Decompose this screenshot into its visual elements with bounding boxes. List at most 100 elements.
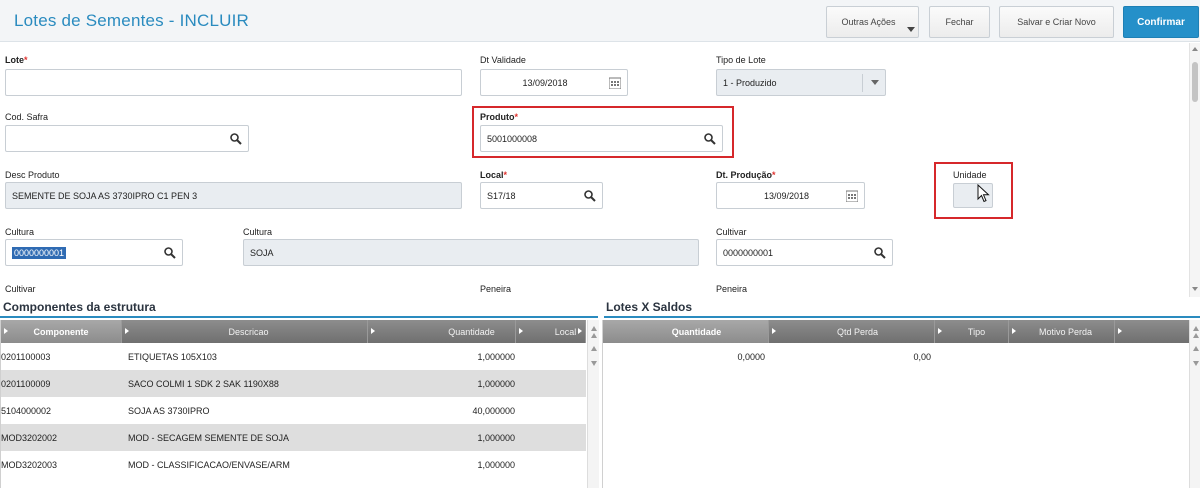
cell-quantidade: 40,000000: [472, 405, 515, 416]
dt-validade-input[interactable]: 13/09/2018: [480, 69, 628, 96]
tipo-lote-select[interactable]: 1 - Produzido: [716, 69, 886, 96]
tipo-lote-label: Tipo de Lote: [716, 55, 766, 65]
calendar-icon[interactable]: [846, 190, 858, 202]
cell-componente: MOD3202002: [1, 432, 58, 443]
search-icon[interactable]: [230, 133, 242, 145]
col-extra[interactable]: [1115, 320, 1189, 343]
scroll-down-icon[interactable]: [1192, 287, 1198, 291]
cultura-code-input[interactable]: 0000000001: [5, 239, 183, 266]
cultivar-input[interactable]: 0000000001: [716, 239, 893, 266]
cell-componente: MOD3202003: [1, 459, 58, 470]
page-title: Lotes de Sementes - INCLUIR: [14, 11, 249, 30]
cell-quantidade: 1,000000: [477, 351, 515, 362]
lotes-saldos-grid-scrollbar[interactable]: [1189, 320, 1200, 488]
desc-produto-input[interactable]: SEMENTE DE SOJA AS 3730IPRO C1 PEN 3: [5, 182, 462, 209]
peneira2-label: Peneira: [716, 284, 748, 294]
lotes-saldos-section-divider: [604, 316, 1200, 318]
confirmar-button[interactable]: Confirmar: [1123, 6, 1199, 38]
cell-componente: 0201100003: [1, 351, 51, 362]
cell-componente: 0201100009: [1, 378, 51, 389]
calendar-icon[interactable]: [609, 77, 621, 89]
column-arrow-icon: [938, 328, 942, 334]
local-input[interactable]: S17/18: [480, 182, 603, 209]
scroll-down-icon[interactable]: [591, 361, 597, 366]
cell-quantidade: 1,000000: [477, 378, 515, 389]
search-icon[interactable]: [584, 190, 596, 202]
dt-producao-input[interactable]: 13/09/2018: [716, 182, 865, 209]
table-row[interactable]: 5104000002 SOJA AS 3730IPRO 40,000000: [1, 397, 586, 424]
table-row[interactable]: MOD3202002 MOD - SECAGEM SEMENTE DE SOJA…: [1, 424, 586, 451]
scroll-up-icon[interactable]: [591, 333, 597, 338]
cultura-code-selection: 0000000001: [12, 246, 67, 259]
form-area: Lote* Dt Validade 13/09/2018 Tipo de Lot…: [0, 43, 1190, 297]
scroll-up-icon[interactable]: [1193, 333, 1199, 338]
cell-quantidade: 0,0000: [737, 351, 765, 362]
table-row[interactable]: 0201100003 ETIQUETAS 105X103 1,000000: [1, 343, 586, 370]
componentes-grid-scrollbar[interactable]: [587, 320, 599, 488]
local-label: Local*: [480, 170, 508, 180]
scrollbar-thumb[interactable]: [1192, 62, 1198, 102]
cell-descricao: ETIQUETAS 105X103: [128, 351, 217, 362]
dt-producao-label: Dt. Produção*: [716, 170, 776, 180]
lote-input[interactable]: [5, 69, 462, 96]
cod-safra-input[interactable]: [5, 125, 249, 152]
column-arrow-icon: [772, 328, 776, 334]
componentes-grid: Componente Descricao Quantidade Local 02…: [0, 320, 600, 488]
column-arrow-icon: [371, 328, 375, 334]
dt-validade-label: Dt Validade: [480, 55, 526, 65]
table-row[interactable]: MOD3202003 MOD - CLASSIFICACAO/ENVASE/AR…: [1, 451, 586, 478]
lotes-saldos-section-title: Lotes X Saldos: [606, 300, 693, 314]
col-descricao[interactable]: Descricao: [122, 320, 368, 343]
col-motivo-perda[interactable]: Motivo Perda: [1009, 320, 1115, 343]
table-row[interactable]: 0201100009 SACO COLMI 1 SDK 2 SAK 1190X8…: [1, 370, 586, 397]
scroll-up-icon[interactable]: [1192, 47, 1198, 51]
column-arrow-icon: [125, 328, 129, 334]
search-icon[interactable]: [164, 247, 176, 259]
produto-highlight-box: [472, 106, 734, 158]
outras-acoes-button[interactable]: Outras Ações: [826, 6, 919, 38]
fechar-button[interactable]: Fechar: [929, 6, 990, 38]
scroll-top-icon[interactable]: [1193, 326, 1199, 331]
column-arrow-icon: [578, 328, 582, 334]
column-arrow-icon: [4, 328, 8, 334]
scroll-up-icon[interactable]: [1193, 346, 1199, 351]
cultura-desc-input[interactable]: SOJA: [243, 239, 699, 266]
column-arrow-icon: [1118, 328, 1122, 334]
table-row[interactable]: 0,0000 0,00: [603, 343, 1189, 370]
col-componente[interactable]: Componente: [1, 320, 122, 343]
select-divider: [862, 74, 863, 92]
salvar-criar-novo-button[interactable]: Salvar e Criar Novo: [999, 6, 1114, 38]
col-quantidade[interactable]: Quantidade: [603, 320, 769, 343]
header-bar: Lotes de Sementes - INCLUIR Outras Ações…: [0, 0, 1200, 42]
componentes-section-title: Componentes da estrutura: [3, 300, 156, 314]
cultivar2-label: Cultivar: [5, 284, 36, 294]
scroll-top-icon[interactable]: [591, 326, 597, 331]
outras-acoes-label: Outras Ações: [841, 17, 896, 27]
cell-descricao: SACO COLMI 1 SDK 2 SAK 1190X88: [128, 378, 279, 389]
lotes-saldos-grid: Quantidade Qtd Perda Tipo Motivo Perda 0…: [602, 320, 1200, 488]
col-tipo[interactable]: Tipo: [935, 320, 1009, 343]
cell-descricao: SOJA AS 3730IPRO: [128, 405, 210, 416]
cultivar-label: Cultivar: [716, 227, 747, 237]
form-scrollbar[interactable]: [1189, 43, 1200, 297]
col-local[interactable]: Local: [516, 320, 586, 343]
peneira-label: Peneira: [480, 284, 512, 294]
cell-componente: 5104000002: [1, 405, 52, 416]
cod-safra-label: Cod. Safra: [5, 112, 49, 122]
lotes-saldos-grid-header: Quantidade Qtd Perda Tipo Motivo Perda: [603, 320, 1189, 343]
col-quantidade[interactable]: Quantidade: [368, 320, 516, 343]
col-qtd-perda[interactable]: Qtd Perda: [769, 320, 935, 343]
scroll-down-icon[interactable]: [1193, 361, 1199, 366]
lote-label: Lote*: [5, 55, 28, 65]
componentes-section-divider: [0, 316, 598, 318]
column-arrow-icon: [1012, 328, 1016, 334]
search-icon[interactable]: [874, 247, 886, 259]
unidade-highlight-box: [934, 162, 1013, 219]
scroll-up-icon[interactable]: [591, 346, 597, 351]
cell-quantidade: 1,000000: [477, 459, 515, 470]
chevron-down-icon: [907, 27, 915, 32]
chevron-down-icon: [871, 80, 879, 85]
cell-qtd-perda: 0,00: [913, 351, 931, 362]
cell-descricao: MOD - CLASSIFICACAO/ENVASE/ARM: [128, 459, 290, 470]
cultura-code-label: Cultura: [5, 227, 35, 237]
